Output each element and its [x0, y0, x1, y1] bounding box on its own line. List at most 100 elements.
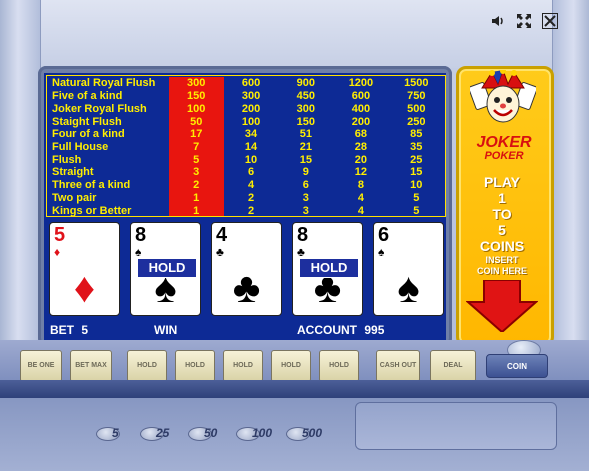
coin-denomination[interactable]: 50: [188, 426, 217, 441]
coin-denomination-label: 25: [156, 426, 170, 440]
hold-badge: HOLD: [299, 258, 359, 278]
speaker-icon[interactable]: [489, 12, 507, 30]
paytable-payout: 4: [247, 179, 255, 192]
playing-card[interactable]: 5 ♦ ♦: [49, 222, 120, 316]
hold-button-1[interactable]: HOLD: [127, 350, 167, 382]
paytable-payout: 3: [302, 191, 309, 204]
paytable-payout: 2: [247, 191, 255, 204]
paytable-payout: 17: [168, 127, 224, 141]
paytable-payout: 4: [357, 204, 364, 217]
cash-out-button[interactable]: CASH OUT: [376, 350, 420, 382]
paytable-payout: 1: [168, 204, 224, 217]
paytable-payout: 6: [302, 179, 309, 192]
paytable-payout: 500: [407, 102, 426, 115]
paytable-hand-name: Staight Flush: [52, 115, 122, 128]
account-value: 995: [364, 323, 385, 337]
paytable-payout: 2: [247, 204, 255, 217]
card-suit-icon: ♠: [397, 264, 420, 311]
deal-button[interactable]: DEAL: [430, 350, 476, 382]
paytable-payout: 200: [241, 102, 261, 115]
coin-denomination[interactable]: 25: [140, 426, 169, 441]
paytable: Natural Royal Flush 300 600 900 1200 1500 Five…: [48, 77, 444, 217]
joker-logo-icon: [468, 68, 538, 130]
card-suit-small-icon: ♠: [378, 245, 385, 259]
paytable-row: Kings or Better 1 2 3 4 5: [48, 204, 444, 217]
play-line: PLAY: [483, 174, 521, 190]
card-suit-icon: ♣: [232, 264, 261, 311]
paytable-hand-name: Four of a kind: [52, 128, 125, 141]
paytable-hand-name: Two pair: [52, 191, 97, 204]
paytable-payout: 100: [168, 102, 224, 116]
cabinet-left-pillar: [0, 0, 41, 380]
paytable-payout: 28: [354, 140, 368, 153]
card-suit-small-icon: ♦: [54, 245, 61, 259]
down-arrow-icon: [465, 279, 539, 337]
hold-button-3[interactable]: HOLD: [223, 350, 263, 382]
bet-one-button[interactable]: BE ONE: [20, 350, 62, 382]
play-line: 5: [498, 222, 506, 238]
paytable-hand-name: Flush: [52, 153, 82, 166]
card-rank: 6: [378, 224, 390, 246]
paytable-row: Full House 7 14 21 28 35: [48, 140, 444, 154]
paytable-payout: 10: [410, 179, 423, 192]
card-suit-small-icon: ♠: [135, 245, 142, 259]
paytable-payout: 51: [299, 128, 312, 141]
coin-denomination-label: 100: [252, 426, 273, 440]
paytable-row: Flush 5 10 15 20 25: [48, 153, 444, 167]
card-rank: 4: [216, 224, 228, 246]
bet-max-button[interactable]: BET MAX: [70, 350, 112, 382]
hold-button-2[interactable]: HOLD: [175, 350, 215, 382]
paytable-payout: 25: [410, 153, 423, 166]
insert-line: COIN HERE: [476, 266, 527, 276]
hold-button-4[interactable]: HOLD: [271, 350, 311, 382]
console-shelf: [0, 380, 589, 398]
coin-denomination[interactable]: 5: [96, 426, 120, 441]
paytable-payout: 7: [168, 140, 224, 154]
paytable-payout: 200: [351, 115, 371, 128]
paytable-payout: 5: [413, 204, 420, 217]
play-line: TO: [492, 206, 512, 222]
paytable-payout: 750: [407, 90, 426, 103]
card-rank: 5: [54, 224, 66, 246]
bet-value: 5: [81, 323, 89, 337]
paytable-payout: 85: [410, 128, 423, 141]
coin-denomination[interactable]: 100: [236, 426, 272, 441]
card-suit-small-icon: ♣: [297, 245, 305, 259]
joker-title: JOKER: [476, 134, 532, 151]
card-suit-small-icon: ♣: [216, 245, 224, 259]
account-display: ACCOUNT 995: [297, 323, 384, 337]
paytable-row: Natural Royal Flush 300 600 900 1200 1500: [48, 77, 444, 90]
paytable-payout: 35: [410, 140, 423, 153]
paytable-hand-name: Kings or Better: [52, 204, 132, 217]
bet-display: BET 5: [50, 323, 88, 337]
paytable-payout: 3: [302, 204, 309, 217]
playing-card[interactable]: 4 ♣ ♣: [211, 222, 282, 316]
paytable-hand-name: Straight: [52, 166, 94, 179]
paytable-row: Five of a kind 150 300 450 600 750: [48, 89, 444, 103]
paytable-payout: 9: [302, 166, 309, 179]
playing-card[interactable]: 8 ♣ ♣ HOLD: [292, 222, 363, 316]
paytable-row: Straight 3 6 9 12 15: [48, 166, 444, 179]
paytable-payout: 150: [168, 89, 224, 103]
insert-line: INSERT: [485, 255, 519, 265]
coin-denomination-label: 500: [302, 426, 323, 440]
playing-card[interactable]: 6 ♠ ♠: [373, 222, 444, 316]
paytable-payout: 300: [241, 90, 261, 103]
paytable-payout: 15: [299, 153, 312, 166]
playing-card[interactable]: 8 ♠ ♠ HOLD: [130, 222, 201, 316]
paytable-payout: 100: [241, 115, 261, 128]
paytable-payout: 8: [357, 179, 364, 192]
hold-button-5[interactable]: HOLD: [319, 350, 359, 382]
coin-button[interactable]: COIN: [486, 354, 548, 378]
paytable-payout: 150: [296, 115, 316, 128]
paytable-payout: 10: [244, 153, 258, 166]
play-line: COINS: [479, 238, 525, 254]
coin-denomination[interactable]: 500: [286, 426, 322, 441]
paytable-payout: 34: [244, 128, 258, 141]
paytable-hand-name: Full House: [52, 140, 109, 153]
paytable-payout: 3: [168, 166, 224, 179]
close-icon[interactable]: [541, 12, 559, 30]
card-rank: 8: [297, 224, 309, 246]
fullscreen-icon[interactable]: [515, 12, 533, 30]
paytable-hand-name: Three of a kind: [52, 179, 131, 192]
